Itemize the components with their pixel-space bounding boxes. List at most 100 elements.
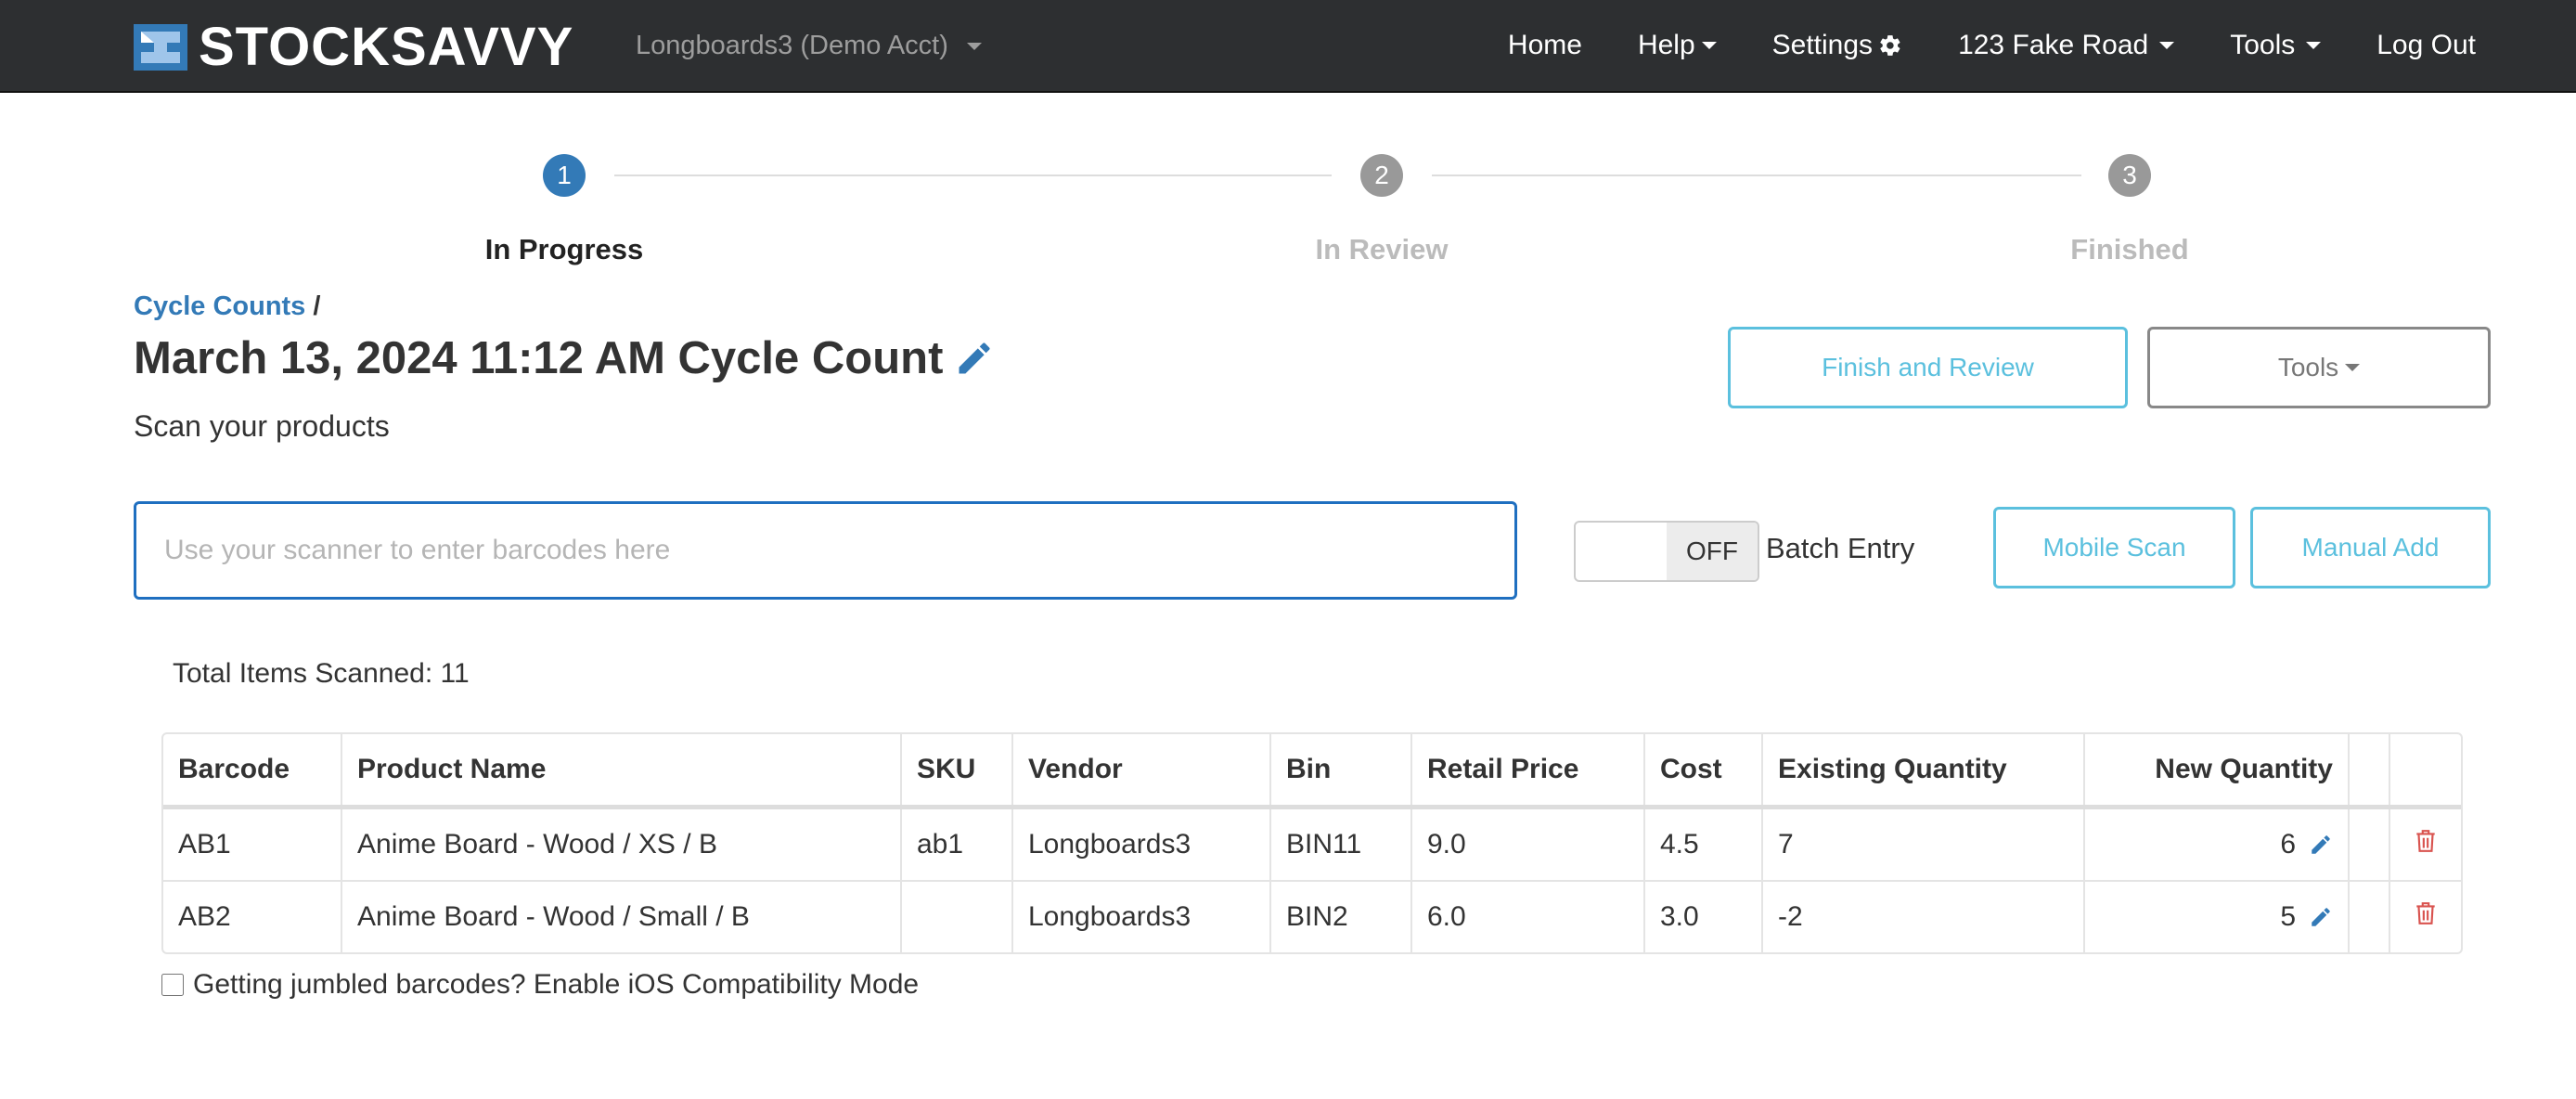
- cell-product-name: Anime Board - Wood / XS / B: [341, 807, 902, 881]
- top-navbar: STOCKSAVVY Longboards3 (Demo Acct) Home …: [0, 0, 2576, 93]
- table-row: AB2 Anime Board - Wood / Small / B Longb…: [163, 880, 2461, 952]
- nav-logout-label: Log Out: [2376, 30, 2476, 60]
- cell-barcode: AB2: [163, 880, 342, 952]
- page-subtitle: Scan your products: [134, 409, 390, 443]
- trash-icon[interactable]: [2414, 900, 2438, 926]
- manual-add-button[interactable]: Manual Add: [2250, 507, 2491, 588]
- cell-new-quantity: 6: [2084, 807, 2350, 881]
- column-header-retail-price[interactable]: Retail Price: [1411, 734, 1645, 809]
- breadcrumb-cycle-counts[interactable]: Cycle Counts: [134, 291, 305, 321]
- new-quantity-value: 6: [2280, 829, 2296, 860]
- ios-compatibility-label: Getting jumbled barcodes? Enable iOS Com…: [193, 969, 920, 1000]
- nav-location[interactable]: 123 Fake Road: [1958, 30, 2175, 61]
- cell-barcode: AB1: [163, 807, 342, 881]
- account-name: Longboards3 (Demo Acct): [636, 31, 948, 60]
- chevron-down-icon: [966, 43, 982, 51]
- nav-home-label: Home: [1507, 30, 1582, 60]
- cell-vendor: Longboards3: [1012, 807, 1271, 881]
- nav-settings[interactable]: Settings: [1772, 30, 1902, 61]
- ios-compatibility-option[interactable]: Getting jumbled barcodes? Enable iOS Com…: [161, 969, 919, 1001]
- scanned-items-table: Barcode Product Name SKU Vendor Bin Reta…: [161, 732, 2463, 954]
- step-2-circle: 2: [1360, 154, 1403, 197]
- column-header-existing-quantity[interactable]: Existing Quantity: [1762, 734, 2085, 809]
- column-header-actions: [2389, 734, 2461, 809]
- tools-button-label: Tools: [2277, 353, 2339, 381]
- nav-links: Home Help Settings 123 Fake Road Tools L…: [1452, 0, 2476, 91]
- batch-entry-label: Batch Entry: [1766, 532, 1915, 564]
- batch-entry-toggle[interactable]: OFF: [1574, 521, 1759, 582]
- column-header-new-quantity[interactable]: New Quantity: [2084, 734, 2350, 809]
- chevron-down-icon: [2345, 364, 2361, 371]
- column-header-product-name[interactable]: Product Name: [341, 734, 902, 809]
- step-2-number: 2: [1374, 161, 1389, 189]
- total-items-scanned: Total Items Scanned: 11: [173, 658, 470, 689]
- cell-cost: 3.0: [1644, 880, 1763, 952]
- cell-sku: ab1: [901, 807, 1013, 881]
- breadcrumb-separator: /: [313, 291, 321, 321]
- cell-existing-quantity: 7: [1762, 807, 2085, 881]
- cell-existing-quantity: -2: [1762, 880, 2085, 952]
- toggle-state: OFF: [1667, 523, 1758, 580]
- nav-help-label: Help: [1637, 30, 1695, 60]
- column-header-cost[interactable]: Cost: [1644, 734, 1763, 809]
- cell-cost: 4.5: [1644, 807, 1763, 881]
- cell-bin: BIN11: [1270, 807, 1412, 881]
- pencil-icon[interactable]: [954, 338, 995, 379]
- column-header-barcode[interactable]: Barcode: [163, 734, 342, 809]
- nav-home[interactable]: Home: [1508, 30, 1582, 61]
- new-quantity-value: 5: [2280, 901, 2296, 932]
- step-3-circle: 3: [2108, 154, 2151, 197]
- brand[interactable]: STOCKSAVVY: [134, 17, 574, 77]
- step-3-label: Finished: [2070, 233, 2189, 265]
- barcode-scan-input[interactable]: [134, 501, 1517, 600]
- cell-retail-price: 6.0: [1411, 880, 1645, 952]
- nav-help[interactable]: Help: [1638, 30, 1717, 61]
- trash-icon[interactable]: [2414, 828, 2438, 854]
- cell-delete: [2389, 808, 2461, 882]
- column-header-sku[interactable]: SKU: [901, 734, 1013, 809]
- cell-bin: BIN2: [1270, 880, 1412, 952]
- mobile-scan-button[interactable]: Mobile Scan: [1993, 507, 2235, 588]
- finish-and-review-label: Finish and Review: [1822, 353, 2034, 381]
- gear-icon: [1880, 35, 1900, 56]
- nav-tools-label: Tools: [2230, 30, 2296, 60]
- mobile-scan-label: Mobile Scan: [2042, 533, 2186, 562]
- table-row: AB1 Anime Board - Wood / XS / B ab1 Long…: [163, 807, 2461, 882]
- cell-product-name: Anime Board - Wood / Small / B: [341, 880, 902, 952]
- brand-name: STOCKSAVVY: [199, 17, 574, 77]
- breadcrumb: Cycle Counts /: [134, 291, 320, 322]
- column-header-bin[interactable]: Bin: [1270, 734, 1412, 809]
- finish-and-review-button[interactable]: Finish and Review: [1728, 327, 2128, 408]
- column-header-blank: [2349, 734, 2390, 809]
- cell-sku: [901, 880, 1013, 952]
- tools-dropdown-button[interactable]: Tools: [2147, 327, 2491, 408]
- chevron-down-icon: [2306, 42, 2322, 49]
- pencil-icon[interactable]: [2309, 905, 2333, 929]
- cell-retail-price: 9.0: [1411, 807, 1645, 881]
- cell-delete: [2389, 880, 2461, 952]
- column-header-vendor[interactable]: Vendor: [1012, 734, 1271, 809]
- account-dropdown[interactable]: Longboards3 (Demo Acct): [636, 0, 982, 91]
- stocksavvy-logo-icon: [134, 24, 187, 71]
- cell-vendor: Longboards3: [1012, 880, 1271, 952]
- nav-location-label: 123 Fake Road: [1958, 30, 2149, 60]
- step-connector: [1432, 175, 2081, 176]
- nav-logout[interactable]: Log Out: [2376, 30, 2476, 61]
- manual-add-label: Manual Add: [2301, 533, 2440, 562]
- chevron-down-icon: [2159, 42, 2175, 49]
- page-title-text: March 13, 2024 11:12 AM Cycle Count: [134, 333, 944, 383]
- cell-blank: [2349, 807, 2390, 881]
- pencil-icon[interactable]: [2309, 833, 2333, 857]
- step-3-number: 3: [2122, 161, 2137, 189]
- table-header-row: Barcode Product Name SKU Vendor Bin Reta…: [163, 734, 2461, 809]
- step-connector: [614, 175, 1332, 176]
- step-1-circle: 1: [543, 154, 586, 197]
- page-title: March 13, 2024 11:12 AM Cycle Count: [134, 332, 995, 384]
- ios-compatibility-checkbox[interactable]: [161, 974, 184, 996]
- step-1-number: 1: [557, 161, 572, 189]
- nav-tools[interactable]: Tools: [2230, 30, 2322, 61]
- nav-settings-label: Settings: [1771, 30, 1874, 60]
- cell-blank: [2349, 880, 2390, 952]
- step-1-label: In Progress: [484, 233, 644, 265]
- chevron-down-icon: [1701, 42, 1717, 49]
